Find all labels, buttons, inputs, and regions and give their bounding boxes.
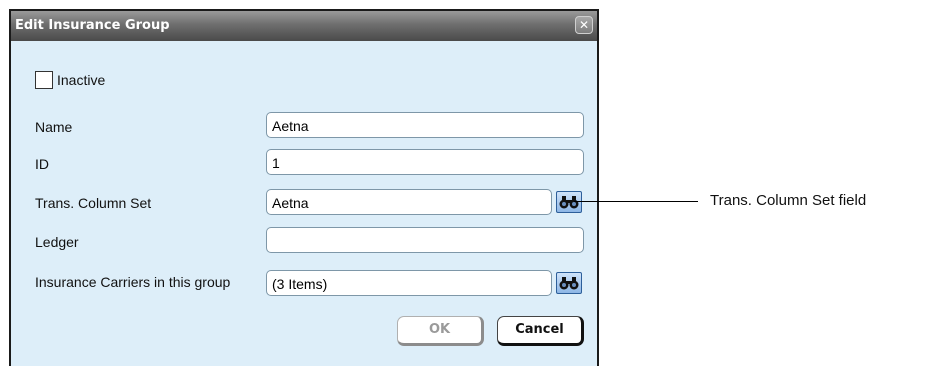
ok-button[interactable]: OK [397, 316, 484, 346]
id-field[interactable]: 1 [266, 149, 584, 175]
name-label: Name [35, 119, 73, 135]
ledger-label: Ledger [35, 234, 79, 250]
cancel-button[interactable]: Cancel [497, 316, 584, 346]
close-button[interactable]: ✕ [575, 16, 593, 34]
binoculars-icon [559, 196, 579, 209]
id-label: ID [35, 156, 49, 172]
insurance-carriers-label: Insurance Carriers in this group [35, 274, 231, 290]
insurance-carriers-field[interactable]: (3 Items) [266, 270, 552, 296]
trans-column-set-label: Trans. Column Set [35, 195, 152, 211]
ledger-field[interactable] [266, 227, 584, 253]
binoculars-icon [559, 277, 579, 290]
trans-column-set-lookup-button[interactable] [556, 191, 582, 213]
edit-insurance-group-dialog: Edit Insurance Group ✕ Inactive Name Aet… [9, 9, 599, 366]
inactive-checkbox[interactable] [35, 71, 53, 89]
trans-column-set-field[interactable]: Aetna [266, 189, 552, 215]
dialog-titlebar: Edit Insurance Group ✕ [11, 11, 597, 41]
inactive-label: Inactive [57, 72, 106, 88]
callout-label: Trans. Column Set field [710, 192, 867, 209]
name-field[interactable]: Aetna [266, 112, 584, 138]
dialog-title: Edit Insurance Group [15, 18, 170, 33]
callout-leader-line [574, 201, 698, 202]
close-icon: ✕ [578, 18, 590, 32]
insurance-carriers-lookup-button[interactable] [556, 272, 582, 294]
